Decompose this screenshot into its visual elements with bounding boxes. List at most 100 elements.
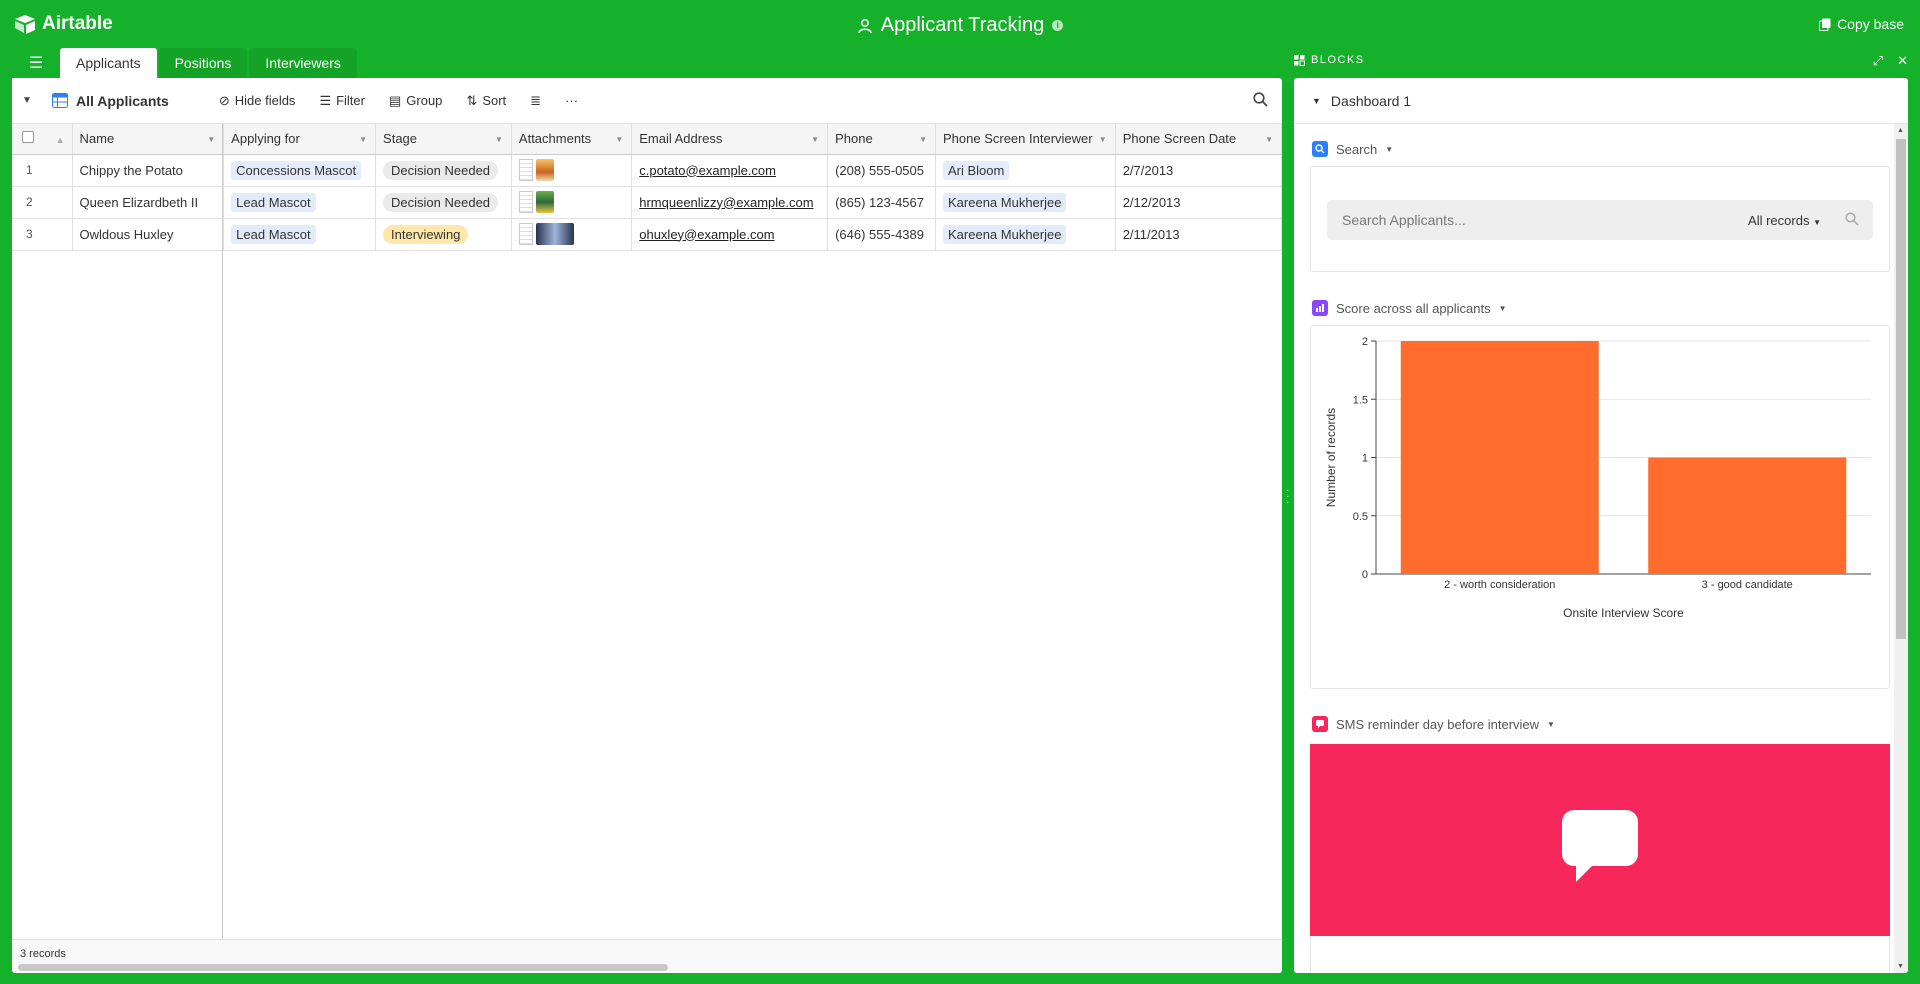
grid-search-button[interactable] (1253, 92, 1268, 110)
attachments-cell[interactable] (511, 186, 633, 219)
hide-fields-button[interactable]: ⊘ Hide fields (219, 93, 296, 109)
scroll-down-arrow-icon[interactable]: ▼ (1897, 963, 1904, 970)
chevron-down-icon[interactable]: ▼ (359, 135, 367, 144)
tab-applicants[interactable]: Applicants (60, 48, 157, 78)
column-header-attachments[interactable]: Attachments ▼ (511, 124, 633, 155)
chevron-down-icon[interactable]: ▼ (811, 135, 819, 144)
chevron-down-icon[interactable]: ▼ (1099, 135, 1107, 144)
chart-block-title[interactable]: Score across all applicants ▼ (1312, 300, 1507, 316)
scroll-up-arrow-icon[interactable]: ▲ (1897, 127, 1904, 134)
document-thumbnail[interactable] (518, 159, 533, 181)
name-cell[interactable]: Chippy the Potato (72, 154, 225, 187)
tab-positions[interactable]: Positions (158, 48, 248, 78)
column-header-phone[interactable]: Phone ▼ (827, 124, 936, 155)
chevron-down-icon[interactable]: ▼ (1385, 145, 1393, 154)
attachments-cell[interactable] (511, 218, 633, 251)
column-header-phone-screen-interviewer[interactable]: Phone Screen Interviewer ▼ (935, 124, 1116, 155)
linked-record-chip[interactable]: Lead Mascot (231, 192, 316, 212)
column-header-phone-screen-date[interactable]: Phone Screen Date ▼ (1115, 124, 1282, 155)
vertical-scrollbar[interactable]: ▲ ▼ (1894, 124, 1908, 973)
chevron-down-icon[interactable]: ▼ (207, 135, 215, 144)
search-scope-select[interactable]: All records ▼ (1748, 213, 1821, 228)
more-options-button[interactable]: ··· (565, 93, 578, 108)
stage-cell[interactable]: Decision Needed (375, 154, 512, 187)
sort-button[interactable]: ⇅ Sort (466, 93, 506, 109)
phone-cell[interactable]: (208) 555-0505 (827, 154, 936, 187)
chevron-down-icon[interactable]: ▼ (919, 135, 927, 144)
email-cell[interactable]: c.potato@example.com (631, 154, 829, 187)
linked-record-chip[interactable]: Concessions Mascot (231, 160, 362, 180)
email-cell[interactable]: hrmqueenlizzy@example.com (631, 186, 829, 219)
search-input[interactable]: Search Applicants... All records ▼ (1327, 200, 1873, 240)
email-link[interactable]: ohuxley@example.com (639, 227, 774, 242)
attachments-cell[interactable] (511, 154, 633, 187)
linked-record-chip[interactable]: Ari Bloom (943, 160, 1010, 180)
chevron-down-icon[interactable]: ▼ (1265, 135, 1273, 144)
phone-cell[interactable]: (646) 555-4389 (827, 218, 936, 251)
applying-for-cell[interactable]: Lead Mascot (223, 186, 377, 219)
image-thumbnail[interactable] (535, 191, 554, 213)
column-header-name[interactable]: Name ▼ (72, 124, 225, 155)
image-thumbnail[interactable] (535, 223, 574, 245)
interviewer-cell[interactable]: Kareena Mukherjee (935, 218, 1116, 251)
name-cell[interactable]: Owldous Huxley (72, 218, 225, 251)
chevron-down-icon[interactable]: ▼ (615, 135, 623, 144)
document-thumbnail[interactable] (518, 191, 533, 213)
column-header-stage[interactable]: Stage ▼ (375, 124, 512, 155)
info-icon[interactable]: i (1052, 20, 1064, 31)
stage-cell[interactable]: Decision Needed (375, 186, 512, 219)
column-header-applying-for[interactable]: Applying for ▼ (223, 124, 377, 155)
table-row[interactable]: 2 Queen Elizardbeth II Lead Mascot Decis… (12, 186, 1282, 219)
document-thumbnail[interactable] (518, 223, 533, 245)
view-switcher-chevron-icon[interactable]: ▼ (22, 95, 46, 106)
applying-for-cell[interactable]: Lead Mascot (223, 218, 377, 251)
close-icon[interactable]: ✕ (1897, 53, 1908, 69)
base-title[interactable]: Applicant Tracking (881, 14, 1044, 37)
row-height-button[interactable]: ≣ (530, 93, 541, 109)
email-cell[interactable]: ohuxley@example.com (631, 218, 829, 251)
table-row[interactable]: 1 Chippy the Potato Concessions Mascot D… (12, 154, 1282, 187)
filter-button[interactable]: ☰ Filter (319, 93, 365, 109)
date-cell[interactable]: 2/12/2013 (1115, 186, 1282, 219)
horizontal-scrollbar[interactable] (18, 964, 668, 971)
scrollbar-thumb[interactable] (1896, 139, 1906, 639)
chevron-down-icon[interactable]: ▼ (495, 135, 503, 144)
group-button[interactable]: ▤ Group (389, 93, 442, 109)
name-cell[interactable]: Queen Elizardbeth II (72, 186, 225, 219)
dashboard-header[interactable]: ▼ Dashboard 1 (1294, 78, 1908, 124)
tab-interviewers[interactable]: Interviewers (249, 48, 357, 78)
email-link[interactable]: c.potato@example.com (639, 163, 776, 178)
column-header-email[interactable]: Email Address ▼ (631, 124, 829, 155)
phone-cell[interactable]: (865) 123-4567 (827, 186, 936, 219)
sms-block-title[interactable]: SMS reminder day before interview ▼ (1312, 716, 1555, 732)
chart-block: 0 0.5 1 1.5 2 2 - worth consideration 3 - good… (1310, 325, 1890, 689)
search-icon[interactable] (1845, 212, 1859, 229)
hamburger-menu-icon[interactable]: ☰ (12, 48, 60, 78)
image-thumbnail[interactable] (535, 159, 554, 181)
email-link[interactable]: hrmqueenlizzy@example.com (639, 195, 813, 210)
applying-for-cell[interactable]: Concessions Mascot (223, 154, 377, 187)
expand-icon[interactable]: ⤢ (1873, 53, 1883, 69)
search-block-title[interactable]: Search ▼ (1312, 141, 1393, 157)
linked-record-chip[interactable]: Kareena Mukherjee (943, 192, 1067, 212)
date-cell[interactable]: 2/7/2013 (1115, 154, 1282, 187)
panel-resize-handle[interactable]: · · · (1286, 486, 1289, 508)
column-label: Name (79, 131, 115, 147)
table-row[interactable]: 3 Owldous Huxley Lead Mascot Interviewin… (12, 218, 1282, 251)
stage-cell[interactable]: Interviewing (375, 218, 512, 251)
chat-bubble-icon (1562, 810, 1638, 882)
view-selector[interactable]: All Applicants (52, 93, 169, 109)
interviewer-cell[interactable]: Ari Bloom (935, 154, 1116, 187)
blocks-header: BLOCKS (1294, 54, 1365, 66)
chevron-down-icon[interactable]: ▼ (1547, 720, 1555, 729)
copy-base-button[interactable]: Copy base (1819, 16, 1904, 32)
linked-record-chip[interactable]: Kareena Mukherjee (943, 224, 1067, 244)
linked-record-chip[interactable]: Lead Mascot (231, 224, 316, 244)
chevron-down-icon[interactable]: ▼ (1499, 304, 1507, 313)
stage-pill: Decision Needed (383, 192, 499, 212)
dashboard-chevron-down-icon[interactable]: ▼ (1312, 96, 1321, 106)
select-all-checkbox[interactable] (22, 131, 34, 144)
interviewer-cell[interactable]: Kareena Mukherjee (935, 186, 1116, 219)
sms-block-banner[interactable] (1310, 744, 1890, 936)
date-cell[interactable]: 2/11/2013 (1115, 218, 1282, 251)
